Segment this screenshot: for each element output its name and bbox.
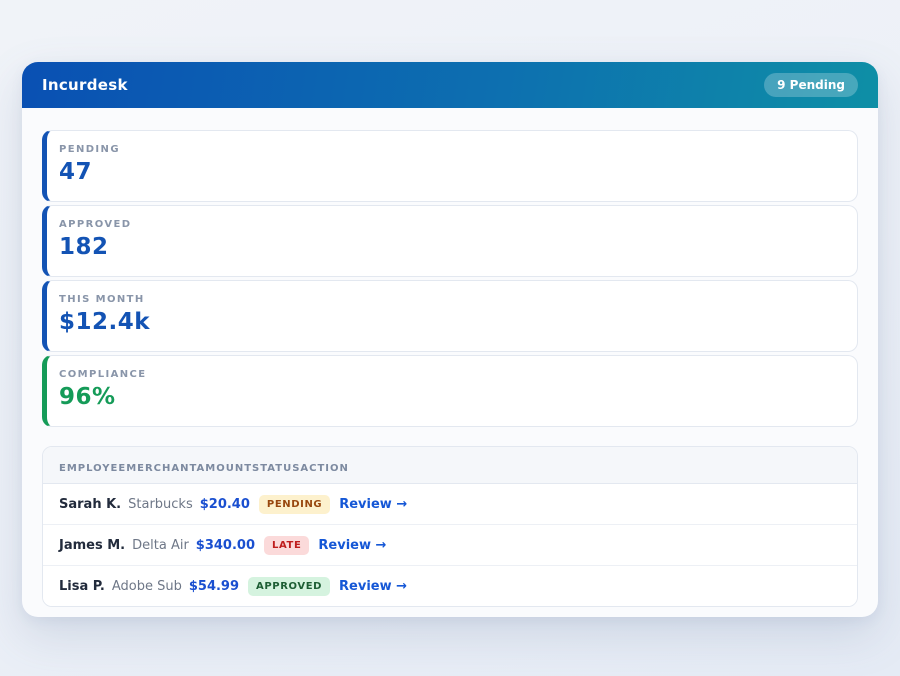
table-row: Lisa P. Adobe Sub $54.99 APPROVED Review… — [43, 566, 857, 606]
stat-card-this-month: THIS MONTH $12.4k — [42, 280, 858, 352]
column-header-merchant: MERCHANT — [126, 463, 196, 474]
stat-value: $12.4k — [59, 309, 843, 335]
amount-value: $20.40 — [200, 497, 250, 512]
status-badge: APPROVED — [248, 577, 330, 596]
table-row: Sarah K. Starbucks $20.40 PENDING Review… — [43, 484, 857, 525]
stats-section: PENDING 47 APPROVED 182 THIS MONTH $12.4… — [42, 130, 858, 427]
column-header-amount: AMOUNT — [197, 463, 253, 474]
review-link[interactable]: Review → — [339, 497, 407, 512]
column-header-employee: EMPLOYEE — [59, 463, 126, 474]
merchant-name: Delta Air — [132, 538, 189, 553]
amount-value: $54.99 — [189, 579, 239, 594]
app-title: Incurdesk — [42, 76, 128, 94]
stat-label: COMPLIANCE — [59, 369, 843, 380]
app-content: PENDING 47 APPROVED 182 THIS MONTH $12.4… — [22, 108, 878, 607]
incurdesk-app-card: Incurdesk 9 Pending PENDING 47 APPROVED … — [22, 62, 878, 617]
stat-value: 96% — [59, 384, 843, 410]
stat-card-pending: PENDING 47 — [42, 130, 858, 202]
stat-value: 47 — [59, 159, 843, 185]
stat-label: APPROVED — [59, 219, 843, 230]
table-row: James M. Delta Air $340.00 LATE Review → — [43, 525, 857, 566]
stat-card-approved: APPROVED 182 — [42, 205, 858, 277]
employee-name: Sarah K. — [59, 497, 121, 512]
status-badge: PENDING — [259, 495, 330, 514]
amount-value: $340.00 — [196, 538, 255, 553]
review-link[interactable]: Review → — [339, 579, 407, 594]
column-header-status: STATUS — [252, 463, 300, 474]
stat-label: THIS MONTH — [59, 294, 843, 305]
stat-label: PENDING — [59, 144, 843, 155]
pending-count-badge: 9 Pending — [764, 73, 858, 97]
employee-name: James M. — [59, 538, 125, 553]
table-header-row: EMPLOYEEMERCHANTAMOUNTSTATUSACTION — [43, 447, 857, 484]
app-header: Incurdesk 9 Pending — [22, 62, 878, 108]
expenses-table: EMPLOYEEMERCHANTAMOUNTSTATUSACTION Sarah… — [42, 446, 858, 607]
review-link[interactable]: Review → — [318, 538, 386, 553]
merchant-name: Adobe Sub — [112, 579, 182, 594]
employee-name: Lisa P. — [59, 579, 105, 594]
status-badge: LATE — [264, 536, 309, 555]
stat-value: 182 — [59, 234, 843, 260]
stat-card-compliance: COMPLIANCE 96% — [42, 355, 858, 427]
merchant-name: Starbucks — [128, 497, 193, 512]
column-header-action: ACTION — [300, 463, 349, 474]
